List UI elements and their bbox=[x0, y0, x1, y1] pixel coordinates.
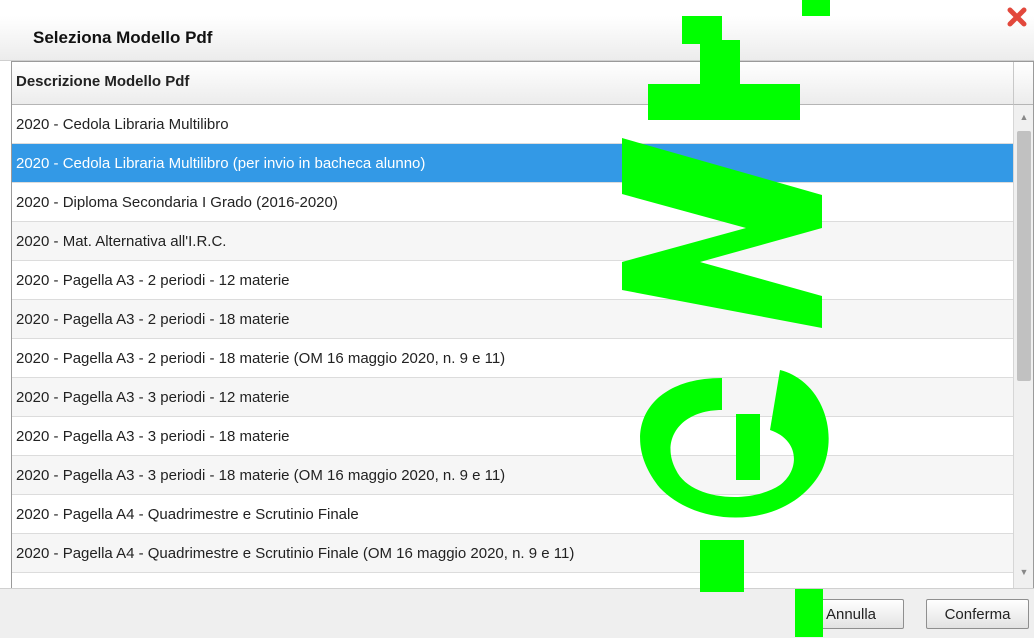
scrollbar-thumb[interactable] bbox=[1017, 131, 1031, 381]
header-corner bbox=[1013, 62, 1033, 105]
table-row[interactable]: 2020 - Mat. Alternativa all'I.R.C. bbox=[12, 222, 1013, 261]
vertical-scrollbar[interactable]: ▲ ▼ bbox=[1013, 105, 1033, 588]
table-row[interactable]: 2020 - Pagella A3 - 3 periodi - 12 mater… bbox=[12, 378, 1013, 417]
column-header-description[interactable]: Descrizione Modello Pdf bbox=[16, 73, 189, 90]
dialog-title: Seleziona Modello Pdf bbox=[33, 28, 213, 47]
table-row[interactable]: 2020 - Pagella A3 - 2 periodi - 18 mater… bbox=[12, 339, 1013, 378]
table-row[interactable]: 2020 - Diploma Secondaria I Grado (2016-… bbox=[12, 183, 1013, 222]
pdf-model-grid: Descrizione Modello Pdf 2020 - Cedola Li… bbox=[11, 61, 1034, 589]
scroll-down-arrow-icon[interactable]: ▼ bbox=[1014, 562, 1033, 582]
close-icon[interactable] bbox=[1002, 2, 1032, 32]
cancel-button[interactable]: Annulla bbox=[798, 599, 904, 629]
table-row[interactable]: 2020 - Pagella A3 - 2 periodi - 18 mater… bbox=[12, 300, 1013, 339]
table-row[interactable]: 2020 - Pagella A3 - 3 periodi - 18 mater… bbox=[12, 417, 1013, 456]
select-pdf-model-dialog: Seleziona Modello Pdf Descrizione Modell… bbox=[0, 0, 1034, 638]
table-row[interactable]: 2020 - Pagella A4 - Quadrimestre e Scrut… bbox=[12, 534, 1013, 573]
grid-rows: 2020 - Cedola Libraria Multilibro 2020 - … bbox=[12, 105, 1013, 588]
dialog-footer: Annulla Conferma bbox=[0, 588, 1034, 638]
table-row[interactable]: 2020 - Cedola Libraria Multilibro (per i… bbox=[12, 144, 1013, 183]
grid-header: Descrizione Modello Pdf bbox=[12, 62, 1013, 105]
dialog-titlebar: Seleziona Modello Pdf bbox=[0, 16, 1034, 61]
table-row[interactable]: 2020 - Cedola Libraria Multilibro bbox=[12, 105, 1013, 144]
table-row[interactable]: 2020 - Pagella A4 - Quadrimestre e Scrut… bbox=[12, 495, 1013, 534]
scroll-up-arrow-icon[interactable]: ▲ bbox=[1014, 107, 1033, 127]
table-row[interactable]: 2020 - Pagella A3 - 3 periodi - 18 mater… bbox=[12, 456, 1013, 495]
confirm-button[interactable]: Conferma bbox=[926, 599, 1029, 629]
table-row[interactable]: 2020 - Pagella A3 - 2 periodi - 12 mater… bbox=[12, 261, 1013, 300]
